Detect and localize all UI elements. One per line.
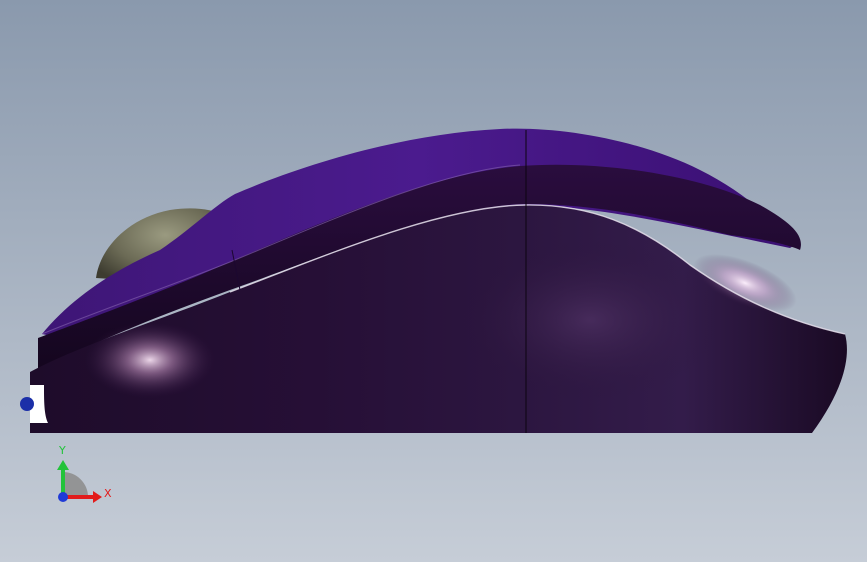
x-axis-label: X: [104, 487, 112, 500]
z-axis-dot: [58, 492, 68, 502]
front-button-blue: [20, 397, 34, 411]
body-sheen: [460, 240, 720, 400]
y-axis-label: Y: [58, 444, 66, 457]
highlight-left: [85, 322, 215, 398]
graphics-viewport[interactable]: X Y: [0, 0, 867, 562]
